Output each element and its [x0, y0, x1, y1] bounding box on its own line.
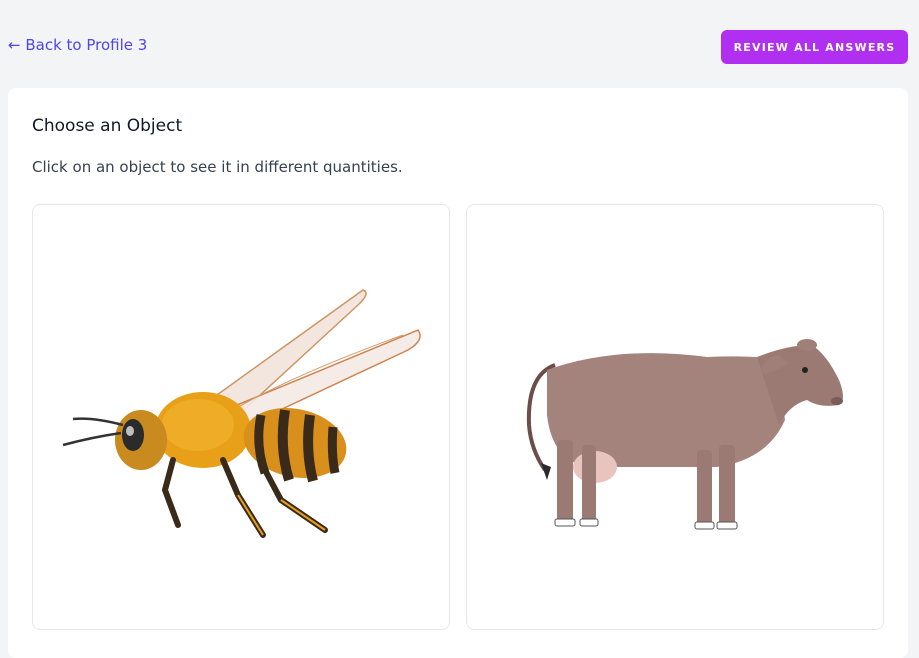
object-tile-cow[interactable] [466, 204, 884, 630]
review-all-answers-button[interactable]: REVIEW ALL ANSWERS [721, 30, 908, 64]
bee-illustration-icon [62, 289, 421, 538]
back-to-profile-link[interactable]: ← Back to Profile 3 [8, 36, 147, 54]
object-chooser-card: Choose an Object Click on an object to s… [8, 88, 908, 658]
object-tile-bee[interactable] [32, 204, 450, 630]
page-description: Click on an object to see it in differen… [32, 158, 403, 176]
top-bar: ← Back to Profile 3 REVIEW ALL ANSWERS [0, 0, 919, 88]
cow-illustration-icon [526, 339, 843, 530]
page-title: Choose an Object [32, 116, 183, 136]
